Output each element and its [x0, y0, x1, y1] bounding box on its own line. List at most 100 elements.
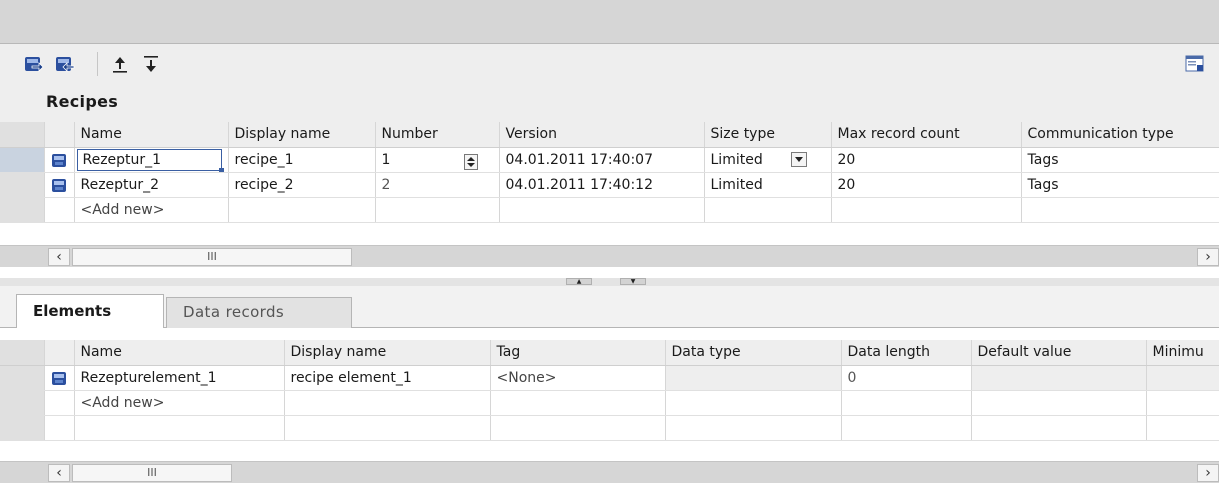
- column-header-name[interactable]: Name: [74, 340, 285, 366]
- scroll-right-icon[interactable]: ›: [1197, 464, 1219, 482]
- size-type-value: Limited: [710, 151, 763, 168]
- export-icon[interactable]: [24, 54, 44, 74]
- recipe-size-type-cell[interactable]: Limited: [704, 147, 832, 173]
- row-header[interactable]: [0, 390, 45, 416]
- empty-cell: [284, 390, 491, 416]
- icon-column-header: [44, 340, 75, 366]
- scroll-right-icon[interactable]: ›: [1197, 248, 1219, 266]
- row-header-corner: [0, 340, 45, 366]
- add-new-element[interactable]: <Add new>: [74, 390, 285, 416]
- recipe-version-cell[interactable]: 04.01.2011 17:40:07: [499, 147, 705, 173]
- add-new-row[interactable]: <Add new>: [0, 197, 1219, 223]
- element-minimum-cell[interactable]: [1146, 365, 1219, 391]
- empty-cell: [284, 415, 491, 441]
- recipe-max-record-count-cell[interactable]: 20: [831, 147, 1022, 173]
- elements-header-row: Name Display name Tag Data type Data len…: [0, 340, 1219, 366]
- recipe-number-cell[interactable]: 2: [375, 172, 500, 198]
- column-header-display-name[interactable]: Display name: [284, 340, 491, 366]
- recipe-size-type-cell[interactable]: Limited: [704, 172, 832, 198]
- empty-cell: [1146, 390, 1219, 416]
- tab-elements[interactable]: Elements: [16, 294, 164, 329]
- elements-horizontal-scrollbar[interactable]: ‹ III ›: [0, 461, 1219, 483]
- add-new-recipe[interactable]: <Add new>: [74, 197, 229, 223]
- panel-spacer: [0, 328, 1219, 340]
- elements-scroll-thumb[interactable]: III: [72, 464, 232, 482]
- empty-cell: [490, 390, 666, 416]
- recipes-horizontal-scrollbar[interactable]: ‹ III ›: [0, 245, 1219, 267]
- column-header-minimum[interactable]: Minimu: [1146, 340, 1219, 366]
- row-header[interactable]: [0, 365, 45, 391]
- empty-cell: [74, 415, 285, 441]
- column-header-display-name[interactable]: Display name: [228, 122, 376, 148]
- collapse-up-icon[interactable]: ▲: [566, 278, 592, 285]
- column-header-communication-type[interactable]: Communication type: [1021, 122, 1219, 148]
- column-header-data-type[interactable]: Data type: [665, 340, 842, 366]
- recipe-number-cell[interactable]: 1: [375, 147, 500, 173]
- empty-cell: [665, 390, 842, 416]
- table-row[interactable]: Rezeptur_1 recipe_1 1 04.01.2011 17:40:0…: [0, 147, 1219, 173]
- element-tag-cell[interactable]: <None>: [490, 365, 666, 391]
- column-header-number[interactable]: Number: [375, 122, 500, 148]
- recipe-display-name-cell[interactable]: recipe_2: [228, 172, 376, 198]
- empty-icon-cell: [44, 390, 75, 416]
- chevron-down-icon[interactable]: [791, 152, 808, 167]
- row-header[interactable]: [0, 197, 45, 223]
- editor-header-bar: [0, 0, 1219, 44]
- move-down-icon[interactable]: [141, 54, 161, 74]
- table-row[interactable]: Rezeptur_2 recipe_2 2 04.01.2011 17:40:1…: [0, 172, 1219, 198]
- element-default-value-cell[interactable]: [971, 365, 1147, 391]
- recipe-icon: [44, 172, 75, 198]
- element-icon: [44, 365, 75, 391]
- empty-cell: [228, 197, 376, 223]
- pane-splitter[interactable]: ▲ ▼: [0, 278, 1219, 286]
- recipe-max-record-count-cell[interactable]: 20: [831, 172, 1022, 198]
- tab-data-records[interactable]: Data records: [166, 297, 352, 328]
- column-header-tag[interactable]: Tag: [490, 340, 666, 366]
- column-header-name[interactable]: Name: [74, 122, 229, 148]
- view-toggle-icon[interactable]: [1185, 54, 1205, 74]
- toolbar-separator: [97, 52, 98, 76]
- collapse-down-icon[interactable]: ▼: [620, 278, 646, 285]
- icon-column-header: [44, 122, 75, 148]
- move-up-icon[interactable]: [110, 54, 130, 74]
- element-data-type-cell[interactable]: [665, 365, 842, 391]
- scroll-left-icon[interactable]: ‹: [48, 464, 70, 482]
- add-new-row[interactable]: <Add new>: [0, 390, 1219, 416]
- empty-row: [0, 415, 1219, 441]
- table-row[interactable]: Rezepturelement_1 recipe element_1 <None…: [0, 365, 1219, 391]
- element-name-cell[interactable]: Rezepturelement_1: [74, 365, 285, 391]
- recipe-name-cell[interactable]: Rezeptur_1: [74, 147, 229, 173]
- column-header-default-value[interactable]: Default value: [971, 340, 1147, 366]
- recipe-display-name-cell[interactable]: recipe_1: [228, 147, 376, 173]
- recipes-scroll-thumb[interactable]: III: [72, 248, 352, 266]
- recipe-version-cell[interactable]: 04.01.2011 17:40:12: [499, 172, 705, 198]
- empty-cell: [499, 197, 705, 223]
- recipes-title-band: [0, 84, 1219, 122]
- detail-tabstrip: Elements Data records: [0, 286, 1219, 329]
- empty-cell: [490, 415, 666, 441]
- recipes-header-row: Name Display name Number Version Size ty…: [0, 122, 1219, 148]
- import-icon[interactable]: [55, 54, 75, 74]
- row-header[interactable]: [0, 172, 45, 198]
- row-header[interactable]: [0, 147, 45, 173]
- empty-cell: [971, 390, 1147, 416]
- column-header-max-record-count[interactable]: Max record count: [831, 122, 1022, 148]
- element-data-length-cell[interactable]: 0: [841, 365, 972, 391]
- empty-cell: [44, 415, 75, 441]
- scroll-left-icon[interactable]: ‹: [48, 248, 70, 266]
- empty-icon-cell: [44, 197, 75, 223]
- element-display-name-cell[interactable]: recipe element_1: [284, 365, 491, 391]
- column-header-size-type[interactable]: Size type: [704, 122, 832, 148]
- recipe-number-value: 1: [381, 151, 391, 168]
- column-header-data-length[interactable]: Data length: [841, 340, 972, 366]
- recipe-icon: [44, 147, 75, 173]
- recipe-communication-type-cell[interactable]: Tags: [1021, 147, 1219, 173]
- empty-cell: [971, 415, 1147, 441]
- number-spinner-icon[interactable]: [464, 153, 479, 170]
- column-header-version[interactable]: Version: [499, 122, 705, 148]
- recipe-communication-type-cell[interactable]: Tags: [1021, 172, 1219, 198]
- recipe-name-editor[interactable]: Rezeptur_1: [76, 148, 224, 171]
- empty-cell: [375, 197, 500, 223]
- recipe-name-cell[interactable]: Rezeptur_2: [74, 172, 229, 198]
- empty-cell: [1021, 197, 1219, 223]
